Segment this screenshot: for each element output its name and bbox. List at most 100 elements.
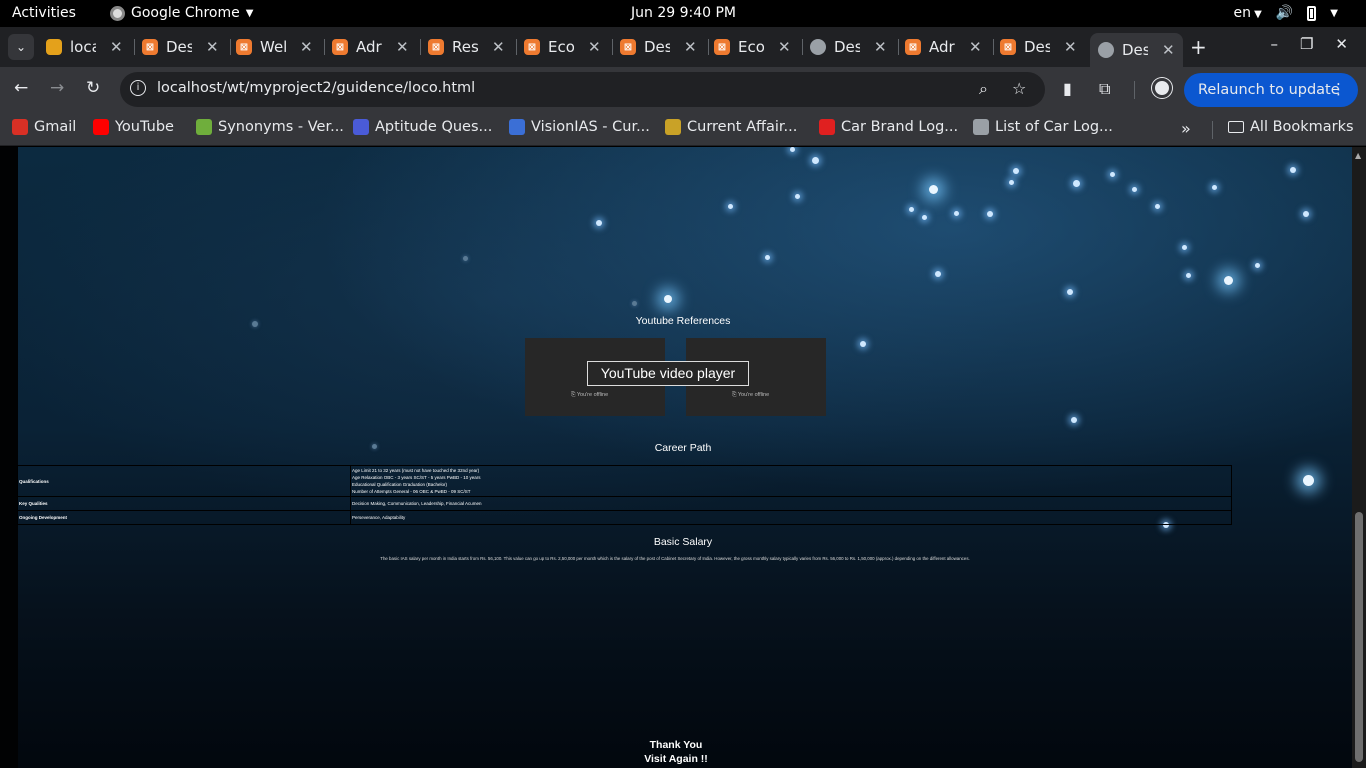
- browser-tab[interactable]: ⊠ Des ✕: [1000, 33, 1077, 61]
- scrollbar-thumb[interactable]: [1355, 512, 1363, 762]
- bookmark-star-icon[interactable]: ☆: [1012, 79, 1026, 98]
- tab-divider: [802, 39, 803, 55]
- close-tab-icon[interactable]: ✕: [1162, 41, 1175, 59]
- profile-avatar[interactable]: [1152, 78, 1172, 98]
- close-tab-icon[interactable]: ✕: [778, 38, 791, 56]
- close-tab-icon[interactable]: ✕: [874, 38, 887, 56]
- extensions-icon[interactable]: ⧉: [1099, 79, 1110, 99]
- star-light: [790, 147, 795, 152]
- vertical-scrollbar[interactable]: ▲: [1352, 147, 1366, 768]
- table-row: Qualifications Age Limit 21 to 32 years (…: [17, 465, 1232, 497]
- bookmark-item[interactable]: Synonyms - Ver...: [196, 119, 344, 135]
- browser-tab[interactable]: Des ✕: [810, 33, 887, 61]
- offline-notice: ⎘ You're offline: [571, 392, 609, 398]
- salary-heading: Basic Salary: [653, 536, 713, 548]
- row-key: Qualifications: [17, 465, 351, 497]
- app-menu[interactable]: Google Chrome ▼: [110, 5, 253, 21]
- star-light: [728, 204, 733, 209]
- browser-tab[interactable]: ⊠ Eco ✕: [714, 33, 791, 61]
- close-tab-icon[interactable]: ✕: [110, 38, 123, 56]
- star-light: [1009, 180, 1014, 185]
- row-key: Ongoing Development: [17, 510, 351, 525]
- reload-button[interactable]: ↻: [86, 78, 100, 98]
- bookmark-item[interactable]: List of Car Log...: [973, 119, 1113, 135]
- forward-button[interactable]: →: [50, 78, 64, 98]
- bookmark-item[interactable]: Current Affair...: [665, 119, 797, 135]
- close-tab-icon[interactable]: ✕: [300, 38, 313, 56]
- xampp-icon: ⊠: [142, 39, 158, 55]
- back-button[interactable]: ←: [14, 78, 28, 98]
- url-text[interactable]: localhost/wt/myproject2/guidence/loco.ht…: [157, 80, 475, 96]
- menu-dots-icon[interactable]: ⋮: [1331, 80, 1346, 98]
- table-row: Ongoing Development Perseverance, Adaptab…: [17, 510, 1232, 525]
- close-tab-icon[interactable]: ✕: [684, 38, 697, 56]
- close-window-button[interactable]: ✕: [1335, 35, 1348, 53]
- xampp-icon: ⊠: [905, 39, 921, 55]
- page-viewport[interactable]: Youtube References ⎘ You're offline ⎘ Yo…: [0, 147, 1366, 768]
- row-value: Decision Making, Communication, Leadersh…: [350, 496, 1232, 511]
- globe-icon: [1098, 42, 1114, 58]
- bookmark-label: List of Car Log...: [995, 119, 1113, 135]
- close-tab-icon[interactable]: ✕: [396, 38, 409, 56]
- bookmark-item[interactable]: Car Brand Log...: [819, 119, 958, 135]
- maximize-button[interactable]: ❐: [1300, 35, 1313, 53]
- browser-tab[interactable]: ⊠ Adr ✕: [905, 33, 982, 61]
- all-bookmarks-button[interactable]: All Bookmarks: [1228, 119, 1354, 135]
- browser-tab[interactable]: ⊠ Wel ✕: [236, 33, 313, 61]
- clock[interactable]: Jun 29 9:40 PM: [631, 5, 736, 21]
- left-edge-shade: [0, 147, 18, 768]
- relaunch-label: Relaunch to update: [1198, 82, 1340, 98]
- address-bar[interactable]: i localhost/wt/myproject2/guidence/loco.…: [120, 72, 1045, 107]
- bookmark-item[interactable]: VisionIAS - Cur...: [509, 119, 650, 135]
- system-menu[interactable]: en ▼ 🔊 ▼: [1233, 5, 1338, 21]
- star-light: [664, 295, 672, 303]
- star-light: [1155, 204, 1160, 209]
- scroll-up-arrow[interactable]: ▲: [1355, 151, 1361, 160]
- bookmark-item[interactable]: Aptitude Ques...: [353, 119, 492, 135]
- reading-list-icon[interactable]: ▮: [1063, 79, 1072, 98]
- close-tab-icon[interactable]: ✕: [492, 38, 505, 56]
- row-value-line: Perseverance, Adaptability: [352, 515, 406, 520]
- star-light: [1132, 187, 1137, 192]
- bookmark-item[interactable]: YouTube: [93, 119, 174, 135]
- tab-title: Eco: [738, 38, 764, 56]
- bookmarks-overflow-button[interactable]: »: [1181, 119, 1191, 138]
- folder-icon: [1228, 121, 1244, 133]
- close-tab-icon[interactable]: ✕: [588, 38, 601, 56]
- activities-button[interactable]: Activities: [12, 5, 76, 21]
- new-tab-button[interactable]: +: [1190, 35, 1207, 59]
- xampp-icon: ⊠: [1000, 39, 1016, 55]
- zoom-icon[interactable]: ⌕: [979, 79, 988, 99]
- tab-title: Des: [834, 38, 860, 56]
- keyboard-layout[interactable]: en ▼: [1233, 5, 1261, 21]
- row-value-line: Number of Attempts General - 06 OBC & Pw…: [352, 489, 471, 494]
- tab-divider: [993, 39, 994, 55]
- browser-tab[interactable]: ⊠ Adr ✕: [332, 33, 409, 61]
- tab-title: Adr: [356, 38, 382, 56]
- close-tab-icon[interactable]: ✕: [969, 38, 982, 56]
- browser-tab[interactable]: ⊠ Res ✕: [428, 33, 505, 61]
- site-info-icon[interactable]: i: [130, 80, 146, 96]
- tab-divider: [898, 39, 899, 55]
- battery-icon: [1307, 5, 1317, 21]
- bookmarks-bar: Gmail YouTube Synonyms - Ver... Aptitude Qu…: [0, 112, 1366, 146]
- browser-tab[interactable]: ⊠ Des ✕: [620, 33, 697, 61]
- bookmark-favicon-icon: [973, 119, 989, 135]
- close-tab-icon[interactable]: ✕: [206, 38, 219, 56]
- bookmark-item[interactable]: Gmail: [12, 119, 76, 135]
- minimize-button[interactable]: –: [1270, 35, 1278, 53]
- browser-tab[interactable]: Des ✕: [1090, 33, 1183, 67]
- bookmarks-divider: [1212, 121, 1213, 139]
- tab-title: Des: [166, 38, 192, 56]
- browser-tab[interactable]: loca ✕: [46, 33, 123, 61]
- browser-tab[interactable]: ⊠ Des ✕: [142, 33, 219, 61]
- relaunch-button[interactable]: Relaunch to update ⋮: [1184, 73, 1358, 107]
- tab-search-button[interactable]: ⌄: [8, 34, 34, 60]
- browser-tab[interactable]: ⊠ Eco ✕: [524, 33, 601, 61]
- volume-icon: 🔊: [1275, 5, 1294, 21]
- chevron-down-icon: ▼: [1330, 7, 1338, 19]
- close-tab-icon[interactable]: ✕: [1064, 38, 1077, 56]
- all-bookmarks-label: All Bookmarks: [1250, 119, 1354, 135]
- star-light: [909, 207, 914, 212]
- xampp-icon: ⊠: [524, 39, 540, 55]
